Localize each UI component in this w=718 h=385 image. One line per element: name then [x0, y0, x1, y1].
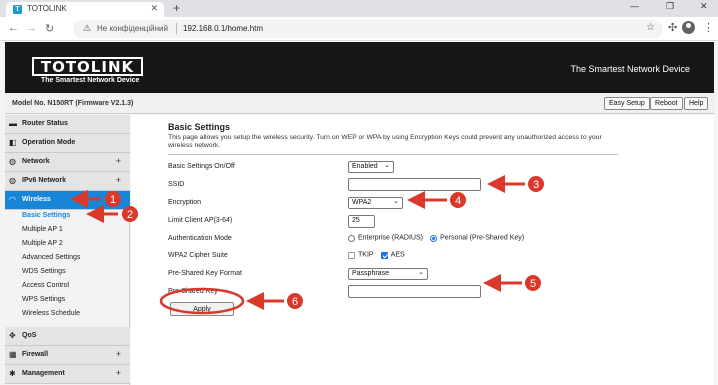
annotation-number-4: 4 — [455, 195, 461, 207]
annotation-number-3: 3 — [533, 179, 539, 191]
apply-highlight-ring — [159, 287, 245, 315]
annotation-number-6: 6 — [292, 296, 298, 308]
annotation-number-2: 2 — [127, 209, 133, 221]
annotation-number-5: 5 — [530, 278, 536, 290]
annotation-overlay: 1 2 3 4 5 6 — [70, 175, 544, 315]
annotation-number-1: 1 — [110, 194, 116, 206]
